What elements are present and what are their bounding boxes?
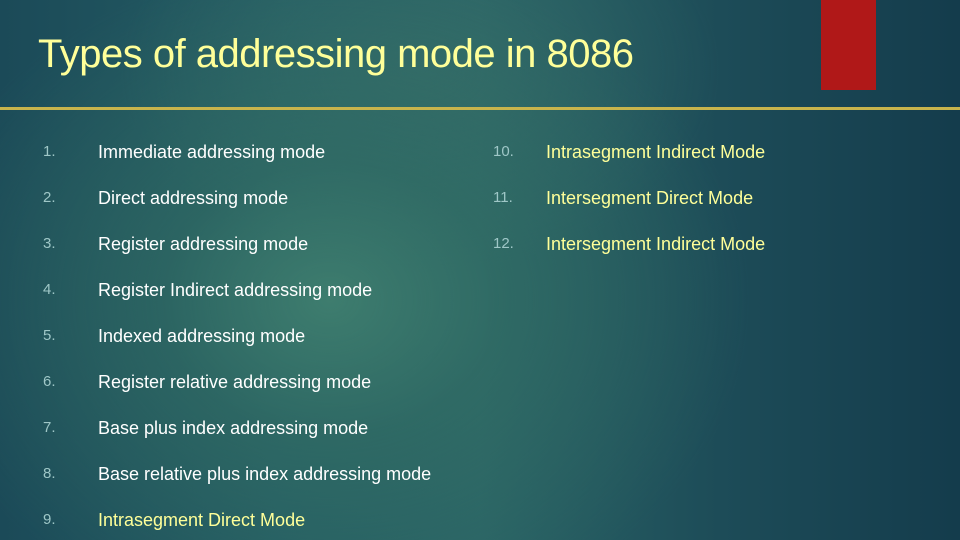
item-number: 5. (43, 327, 56, 344)
item-text: Base relative plus index addressing mode (98, 464, 432, 484)
item-text: Direct addressing mode (98, 188, 289, 208)
item-text: Intrasegment Direct Mode (98, 510, 306, 530)
item-number: 12. (493, 235, 514, 252)
item-number: 11. (493, 189, 513, 206)
item-text: Register relative addressing mode (98, 372, 372, 392)
item-text: Intrasegment Indirect Mode (546, 142, 766, 162)
item-number: 3. (43, 235, 56, 252)
item-text: Intersegment Indirect Mode (546, 234, 766, 254)
item-number: 8. (43, 465, 56, 482)
item-number: 1. (43, 143, 56, 160)
item-text: Base plus index addressing mode (98, 418, 369, 438)
item-number: 6. (43, 373, 56, 390)
item-text: Register addressing mode (98, 234, 309, 254)
title-divider (0, 107, 960, 110)
item-number: 10. (493, 143, 514, 160)
item-text: Immediate addressing mode (98, 142, 326, 162)
item-number: 2. (43, 189, 56, 206)
item-number: 7. (43, 419, 56, 436)
slide-title: Types of addressing mode in 8086 (38, 32, 634, 76)
item-number: 4. (43, 281, 56, 298)
item-number: 9. (43, 511, 56, 528)
item-text: Intersegment Direct Mode (546, 188, 754, 208)
item-text: Register Indirect addressing mode (98, 280, 373, 300)
red-accent-bar (821, 0, 876, 90)
item-text: Indexed addressing mode (98, 326, 306, 346)
